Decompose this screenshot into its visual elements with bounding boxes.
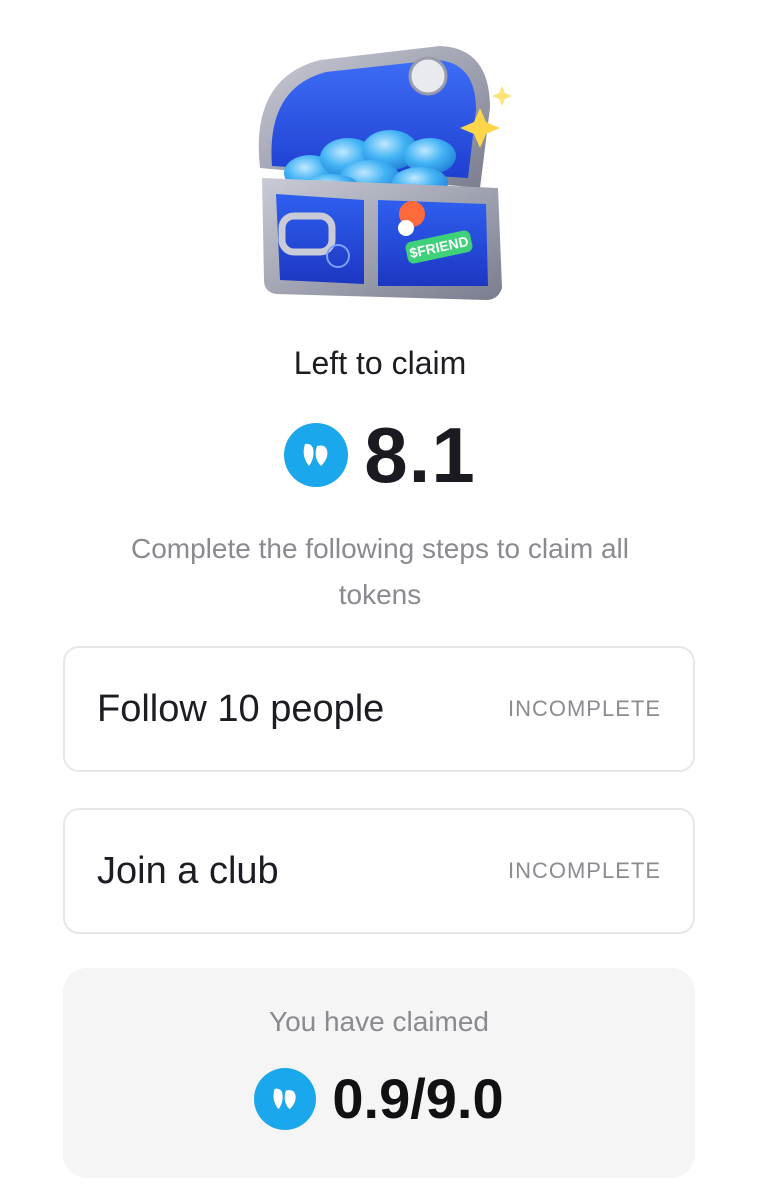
task-follow-people[interactable]: Follow 10 people INCOMPLETE [63,646,695,772]
task-status-badge: INCOMPLETE [507,858,661,883]
claimed-label: You have claimed [268,1006,489,1037]
claimed-amount: 0.9/9.0 [332,1067,504,1130]
claim-instructions: Complete the following steps to claim al… [130,533,629,610]
task-title: Follow 10 people [97,687,385,730]
task-title: Join a club [97,849,279,892]
task-status-badge: INCOMPLETE [507,696,661,721]
treasure-chest-icon: $FRIEND [258,46,512,300]
task-join-club[interactable]: Join a club INCOMPLETE [63,808,695,934]
friend-token-icon [284,423,349,487]
claimed-amount-row: 0.9/9.0 [63,1068,695,1130]
left-to-claim-label: Left to claim [293,345,467,381]
left-to-claim-balance: 8.1 [0,416,760,494]
left-to-claim-amount: 8.1 [364,411,476,499]
friend-token-icon [254,1068,317,1130]
treasure-chest-image: $FRIEND [240,38,520,308]
claimed-summary-card: You have claimed 0.9/9.0 [63,968,695,1178]
